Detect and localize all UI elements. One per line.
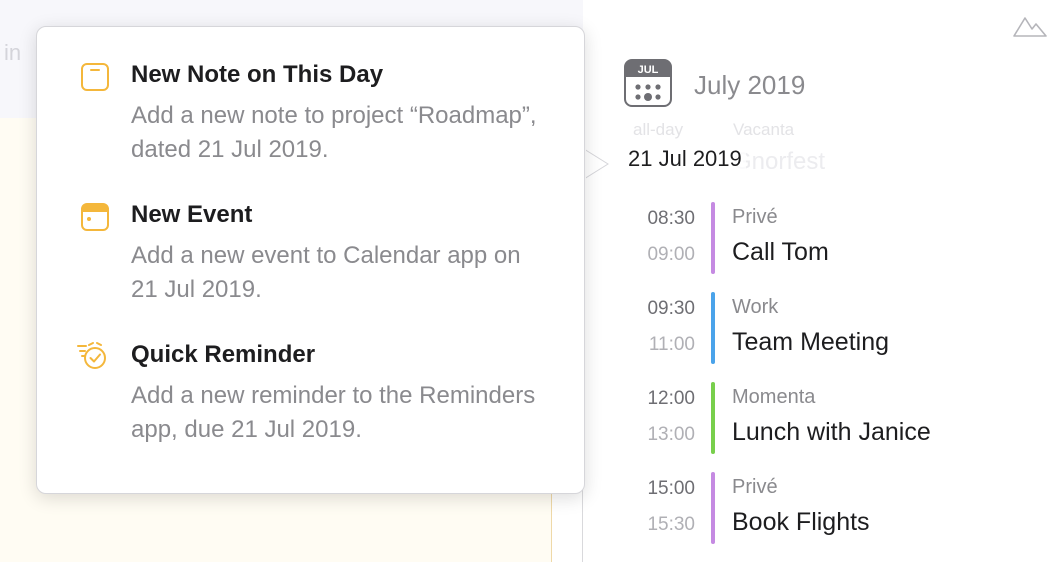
app-window: in JUL July 2019 all-day Vacanta Gnorfes… xyxy=(0,0,1062,562)
event-color-bar xyxy=(711,292,715,364)
event-row[interactable]: 08:30 09:00 Privé Call Tom xyxy=(583,202,1062,274)
menu-item-new-event[interactable]: New Event Add a new event to Calendar ap… xyxy=(37,199,586,339)
event-calendar-name: Privé xyxy=(732,476,778,498)
calendar-panel: JUL July 2019 all-day Vacanta Gnorfest 2… xyxy=(583,0,1062,562)
event-calendar-name: Work xyxy=(732,296,779,318)
event-row[interactable]: 12:00 13:00 Momenta Lunch with Janice xyxy=(583,382,1062,454)
event-start-time: 08:30 xyxy=(647,208,695,229)
event-color-bar xyxy=(711,382,715,454)
event-calendar-name: Momenta xyxy=(732,386,816,408)
menu-item-quick-reminder[interactable]: Quick Reminder Add a new reminder to the… xyxy=(37,339,586,489)
allday-label: all-day xyxy=(633,120,684,139)
new-item-popover: New Note on This Day Add a new note to p… xyxy=(36,26,585,494)
menu-item-title: New Note on This Day xyxy=(131,61,384,88)
event-end-time: 15:30 xyxy=(647,514,695,535)
event-start-time: 12:00 xyxy=(647,388,695,409)
event-title: Lunch with Janice xyxy=(732,418,931,446)
month-title[interactable]: July 2019 xyxy=(694,70,805,101)
event-row[interactable]: 15:00 15:30 Privé Book Flights xyxy=(583,472,1062,544)
menu-item-description: Add a new note to project “Roadmap”, dat… xyxy=(131,102,537,163)
event-start-time: 15:00 xyxy=(647,478,695,499)
reminder-alarm-icon xyxy=(77,342,106,369)
menu-item-description: Add a new reminder to the Reminders app,… xyxy=(131,382,536,443)
note-icon xyxy=(81,63,109,91)
event-end-time: 11:00 xyxy=(648,334,695,355)
calendar-event-icon xyxy=(81,203,109,231)
calendar-icon[interactable]: JUL xyxy=(624,59,672,107)
event-calendar-name: Privé xyxy=(732,206,778,228)
calendar-icon-month: JUL xyxy=(638,64,659,76)
event-color-bar xyxy=(711,472,715,544)
event-end-time: 13:00 xyxy=(647,424,695,445)
event-start-time: 09:30 xyxy=(647,298,695,319)
mountains-icon[interactable] xyxy=(1013,14,1047,38)
event-title: Team Meeting xyxy=(732,328,890,356)
event-color-bar xyxy=(711,202,715,274)
menu-item-title: Quick Reminder xyxy=(131,341,316,368)
allday-event-title: Gnorfest xyxy=(733,148,826,175)
selected-date-label: 21 Jul 2019 xyxy=(628,146,746,172)
event-end-time: 09:00 xyxy=(647,244,695,265)
menu-item-new-note[interactable]: New Note on This Day Add a new note to p… xyxy=(37,59,586,199)
event-title: Call Tom xyxy=(732,238,829,266)
editor-text-fragment: in xyxy=(4,40,22,65)
menu-item-title: New Event xyxy=(131,201,253,228)
allday-calendar-name: Vacanta xyxy=(733,120,795,139)
menu-item-description: Add a new event to Calendar app on 21 Ju… xyxy=(131,242,521,303)
event-row[interactable]: 09:30 11:00 Work Team Meeting xyxy=(583,292,1062,364)
event-title: Book Flights xyxy=(732,508,870,536)
